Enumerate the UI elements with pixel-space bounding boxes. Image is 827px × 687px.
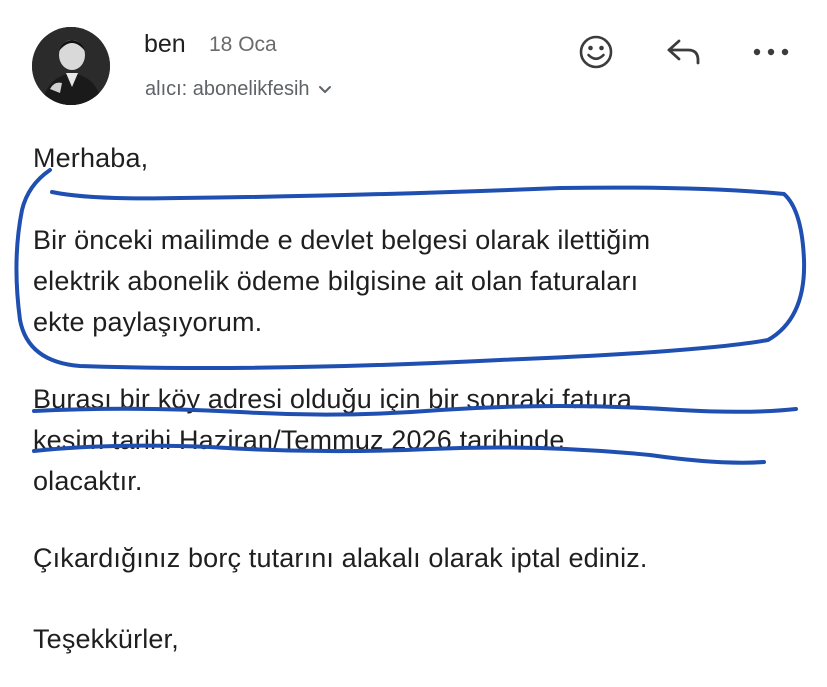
more-options-icon	[751, 46, 791, 58]
reply-icon	[664, 35, 704, 69]
paragraph-1-line-2: elektrik abonelik ödeme bilgisine ait ol…	[33, 266, 639, 296]
emoji-reaction-icon	[578, 34, 614, 70]
more-options-button[interactable]	[751, 32, 791, 72]
message-closing: Teşekkürler,	[33, 624, 179, 654]
paragraph-1-line-1: Bir önceki mailimde e devlet belgesi ola…	[33, 225, 651, 255]
recipient-label: alıcı: abonelikfesih	[145, 78, 310, 100]
message-greeting: Merhaba,	[33, 143, 149, 173]
paragraph-2-line-3: olacaktır.	[33, 466, 143, 496]
chevron-down-icon	[318, 85, 332, 95]
paragraph-2-line-1: Burası bir köy adresi olduğu için bir so…	[33, 384, 633, 414]
sender-name[interactable]: ben	[144, 30, 186, 59]
reply-button[interactable]	[664, 32, 704, 72]
paragraph-2-line-2: kesim tarihi Haziran/Temmuz 2026 tarihin…	[33, 425, 565, 455]
message-date: 18 Oca	[209, 33, 277, 56]
add-reaction-button[interactable]	[576, 32, 616, 72]
paragraph-3-line-1: Çıkardığınız borç tutarını alakalı olara…	[33, 543, 648, 573]
handwritten-annotations	[14, 168, 807, 465]
paragraph-1-line-3: ekte paylaşıyorum.	[33, 307, 263, 337]
sender-avatar[interactable]	[32, 27, 110, 105]
recipient-details-toggle[interactable]: alıcı: abonelikfesih	[145, 78, 332, 101]
